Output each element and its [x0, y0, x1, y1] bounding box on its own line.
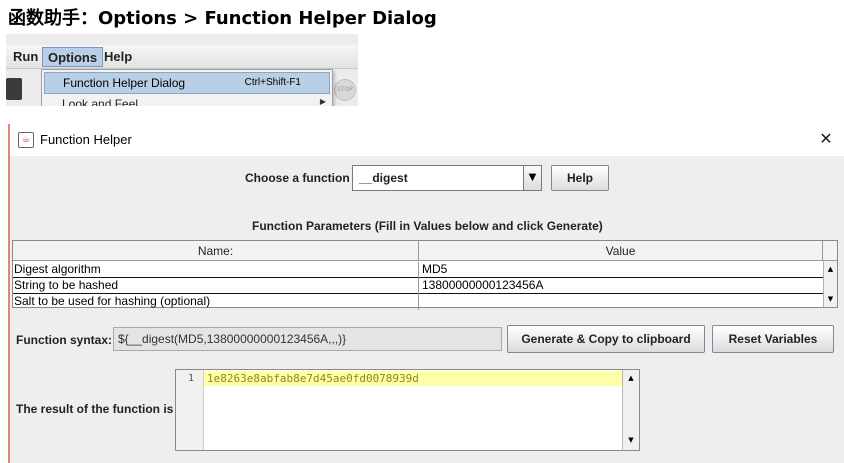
menu-item-look-and-feel[interactable]: Look and Feel — [62, 97, 138, 106]
menu-bar: Run Options Help — [6, 45, 358, 69]
param-name: Digest algorithm — [13, 262, 419, 278]
line-number: 1 — [187, 373, 194, 384]
options-dropdown: Function Helper Dialog Ctrl+Shift-F1 Loo… — [41, 69, 333, 106]
menu-item-shortcut: Ctrl+Shift-F1 — [244, 77, 301, 88]
submenu-arrow-icon: ▶ — [319, 97, 326, 106]
menu-run[interactable]: Run — [8, 47, 43, 67]
params-heading: Function Parameters (Fill in Values belo… — [252, 219, 603, 233]
java-icon: ☕ — [18, 132, 34, 148]
column-header-name[interactable]: Name: — [13, 241, 419, 261]
scroll-up-icon[interactable]: ▲ — [824, 263, 837, 276]
function-syntax-value: ${__digest(MD5,13800000000123456A,,,)} — [118, 332, 347, 346]
reset-variables-button[interactable]: Reset Variables — [712, 325, 834, 353]
menu-help[interactable]: Help — [99, 47, 137, 67]
menu-item-label: Function Helper Dialog — [63, 76, 186, 90]
menu-options[interactable]: Options — [42, 47, 104, 67]
function-select[interactable]: __digest ▼ — [352, 165, 542, 191]
menu-screenshot: Run Options Help STOP Function Helper Di… — [6, 34, 358, 106]
function-syntax-label: Function syntax: — [16, 333, 113, 347]
chevron-down-icon[interactable]: ▼ — [523, 166, 541, 190]
param-value-cell[interactable]: MD5 — [420, 262, 823, 278]
line-gutter: 1 — [176, 370, 204, 450]
scroll-down-icon[interactable]: ▼ — [625, 434, 637, 446]
save-icon[interactable] — [6, 78, 22, 100]
dialog-titlebar[interactable]: ☕ Function Helper ✕ — [10, 124, 844, 156]
table-row[interactable]: String to be hashed 13800000000123456A — [13, 278, 823, 294]
table-row[interactable]: Salt to be used for hashing (optional) — [13, 294, 823, 310]
column-header-value[interactable]: Value — [419, 241, 823, 261]
table-scrollbar[interactable]: ▲ ▼ — [823, 261, 837, 307]
scroll-down-icon[interactable]: ▼ — [824, 293, 837, 306]
params-table: Name: Value Digest algorithm MD5 String … — [12, 240, 838, 310]
table-row[interactable]: Digest algorithm MD5 — [13, 262, 823, 278]
result-value[interactable]: 1e8263e8abfab8e7d45ae0fd0078939d — [207, 372, 419, 385]
dialog-title: Function Helper — [40, 132, 132, 147]
scroll-up-icon[interactable]: ▲ — [625, 372, 637, 384]
function-syntax-field[interactable]: ${__digest(MD5,13800000000123456A,,,)} — [113, 327, 502, 351]
param-name: Salt to be used for hashing (optional) — [13, 294, 419, 310]
stop-icon[interactable]: STOP — [334, 79, 356, 101]
choose-function-label: Choose a function — [245, 171, 350, 185]
param-name: String to be hashed — [13, 278, 419, 294]
page-heading: 函数助手：Options > Function Helper Dialog — [8, 8, 437, 29]
table-corner — [823, 241, 837, 261]
result-scrollbar[interactable]: ▲ ▼ — [622, 370, 639, 450]
menu-item-function-helper[interactable]: Function Helper Dialog Ctrl+Shift-F1 — [44, 72, 330, 94]
result-label: The result of the function is — [16, 402, 174, 416]
close-icon[interactable]: ✕ — [816, 129, 836, 149]
help-button[interactable]: Help — [551, 165, 609, 191]
generate-copy-button[interactable]: Generate & Copy to clipboard — [507, 325, 705, 353]
param-value-cell[interactable] — [420, 294, 823, 310]
result-textarea[interactable]: 1 1e8263e8abfab8e7d45ae0fd0078939d ▲ ▼ — [175, 369, 640, 451]
function-select-value: __digest — [359, 171, 408, 185]
dialog-content: Choose a function __digest ▼ Help Functi… — [10, 156, 844, 463]
function-helper-dialog: ☕ Function Helper ✕ Choose a function __… — [8, 124, 844, 463]
param-value-cell[interactable]: 13800000000123456A — [420, 278, 823, 294]
